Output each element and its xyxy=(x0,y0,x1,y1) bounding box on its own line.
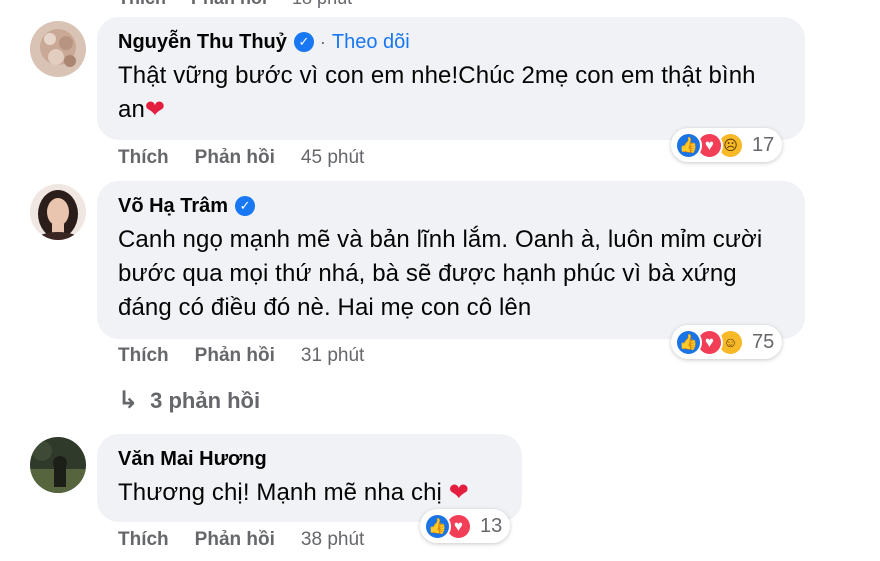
comment-text: Thật vững bước vì con em nhe!Chúc 2mẹ co… xyxy=(118,59,758,127)
like-icon: 👍 xyxy=(424,512,451,540)
avatar[interactable] xyxy=(30,437,86,493)
comment-actions: Thích Phản hồi 31 phút xyxy=(118,345,364,367)
verified-badge-icon: ✓ xyxy=(293,32,314,52)
reaction-count: 17 xyxy=(752,133,775,156)
like-action[interactable]: Thích xyxy=(118,147,169,169)
comment-text-body: Thương chị! Mạnh mẽ nha chị xyxy=(118,479,442,506)
reply-action[interactable]: Phản hồi xyxy=(195,147,275,169)
commenter-name[interactable]: Võ Hạ Trâm xyxy=(118,195,228,218)
reply-arrow-icon: ↳ xyxy=(118,387,139,414)
previous-comment-actions: Thích Phản hồi 18 phút xyxy=(118,0,352,9)
replies-count-label: 3 phản hồi xyxy=(150,387,261,413)
comment-bubble: Nguyễn Thu Thuỷ ✓ · Theo dõi Thật vững b… xyxy=(97,17,805,140)
like-action[interactable]: Thích xyxy=(118,529,169,551)
reaction-summary[interactable]: 👍 ♥ 13 xyxy=(420,509,511,543)
comment-time: 18 phút xyxy=(292,0,352,8)
reaction-summary[interactable]: 👍 ♥ ☹ 17 xyxy=(671,128,783,162)
reply-action[interactable]: Phản hồi xyxy=(191,0,267,8)
like-action[interactable]: Thích xyxy=(118,0,166,8)
comment-time[interactable]: 31 phút xyxy=(301,345,364,367)
verified-badge-icon: ✓ xyxy=(235,196,256,216)
comment-actions: Thích Phản hồi 38 phút xyxy=(118,529,364,551)
follow-link[interactable]: Theo dõi xyxy=(332,31,410,54)
comment-time[interactable]: 38 phút xyxy=(301,529,364,551)
like-icon: 👍 xyxy=(675,131,702,159)
reaction-count: 13 xyxy=(480,514,503,537)
comment-bubble: Võ Hạ Trâm ✓ Canh ngọ mạnh mẽ và bản lĩn… xyxy=(97,181,805,339)
comment-actions: Thích Phản hồi 45 phút xyxy=(118,147,364,169)
reply-action[interactable]: Phản hồi xyxy=(195,345,275,367)
comment-time[interactable]: 45 phút xyxy=(301,147,364,169)
avatar[interactable] xyxy=(30,184,86,240)
commenter-name[interactable]: Văn Mai Hương xyxy=(118,448,267,471)
reply-action[interactable]: Phản hồi xyxy=(195,529,275,551)
reaction-count: 75 xyxy=(752,330,775,353)
avatar[interactable] xyxy=(30,21,86,77)
reaction-summary[interactable]: 👍 ♥ ☺ 75 xyxy=(671,325,783,359)
like-icon: 👍 xyxy=(675,328,702,356)
like-action[interactable]: Thích xyxy=(118,345,169,367)
view-replies-link[interactable]: ↳ 3 phản hồi xyxy=(118,386,260,415)
heart-emoji-icon: ❤ xyxy=(448,479,469,506)
heart-emoji-icon: ❤ xyxy=(144,96,166,123)
comment-text: Canh ngọ mạnh mẽ và bản lĩnh lắm. Oanh à… xyxy=(118,226,763,321)
separator-dot: · xyxy=(319,31,326,52)
comment-text-body: Thật vững bước vì con em nhe!Chúc 2mẹ co… xyxy=(118,62,756,123)
comment-text: Thương chị! Mạnh mẽ nha chị ❤ xyxy=(118,476,502,510)
commenter-name[interactable]: Nguyễn Thu Thuỷ xyxy=(118,31,287,54)
